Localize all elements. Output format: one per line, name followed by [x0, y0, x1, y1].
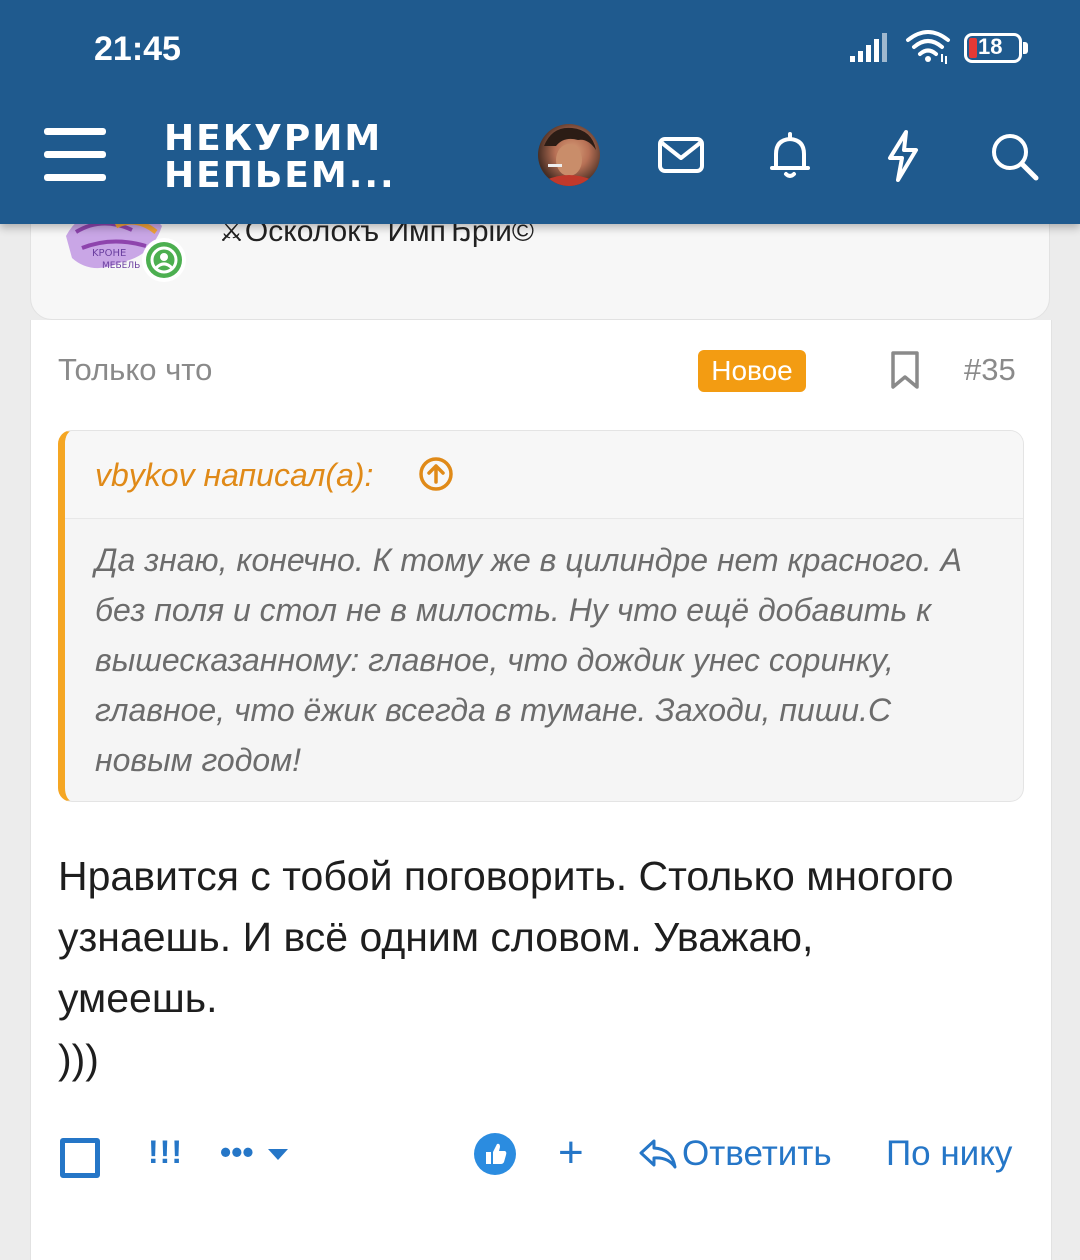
caret-down-icon [267, 1149, 288, 1160]
like-button[interactable] [474, 1133, 516, 1175]
more-menu-button[interactable]: ••• [220, 1134, 289, 1171]
quote-header: vbykov написал(а): [65, 431, 1023, 519]
post-body: Нравится с тобой поговорить. Столько мно… [58, 853, 954, 1082]
menu-button[interactable] [44, 128, 106, 182]
quote-author[interactable]: vbykov написал(а): [95, 457, 373, 494]
post-number[interactable]: #35 [964, 352, 1016, 388]
online-status-icon [142, 238, 186, 282]
logo-line-1: НЕКУРИМ [164, 118, 383, 159]
status-time: 21:45 [94, 30, 181, 68]
lightning-icon[interactable] [872, 126, 932, 186]
new-badge: Новое [698, 350, 806, 392]
battery-level: 18 [978, 34, 1003, 59]
quote-text: Да знаю, конечно. К тому же в цилиндре н… [95, 542, 962, 778]
more-label: ••• [220, 1134, 254, 1170]
wifi-icon [906, 30, 950, 64]
signal-icon [850, 33, 887, 62]
bell-icon[interactable] [760, 126, 820, 186]
user-avatar[interactable] [538, 124, 600, 186]
post-time[interactable]: Только что [58, 352, 212, 388]
report-button[interactable]: !!! [148, 1134, 183, 1171]
battery-icon: 18 [964, 33, 1028, 63]
select-checkbox[interactable] [60, 1138, 100, 1178]
add-reaction-button[interactable]: + [558, 1128, 584, 1178]
quote-by-nick-button[interactable]: По нику [886, 1134, 1012, 1174]
search-icon[interactable] [984, 126, 1044, 186]
site-logo[interactable]: НЕКУРИМ НЕПЬЕМ... [164, 120, 396, 194]
quote-block: vbykov написал(а): Да знаю, конечно. К т… [58, 430, 1024, 802]
reply-button[interactable]: Ответить [638, 1134, 832, 1174]
arrow-up-circle-icon[interactable] [417, 455, 455, 493]
svg-text:MEБЕЛЬ: MEБЕЛЬ [102, 261, 140, 271]
reply-label: Ответить [682, 1134, 832, 1173]
bookmark-icon[interactable] [888, 350, 922, 390]
reply-arrow-icon [639, 1139, 677, 1169]
mail-icon[interactable] [650, 126, 710, 186]
svg-text:KPOHE: KPOHE [92, 248, 126, 259]
app-header: 21:45 18 НЕКУРИМ НЕПЬЕМ... [0, 0, 1080, 224]
thumbs-up-icon [486, 1143, 507, 1164]
logo-line-2: НЕПЬЕМ... [164, 155, 396, 196]
